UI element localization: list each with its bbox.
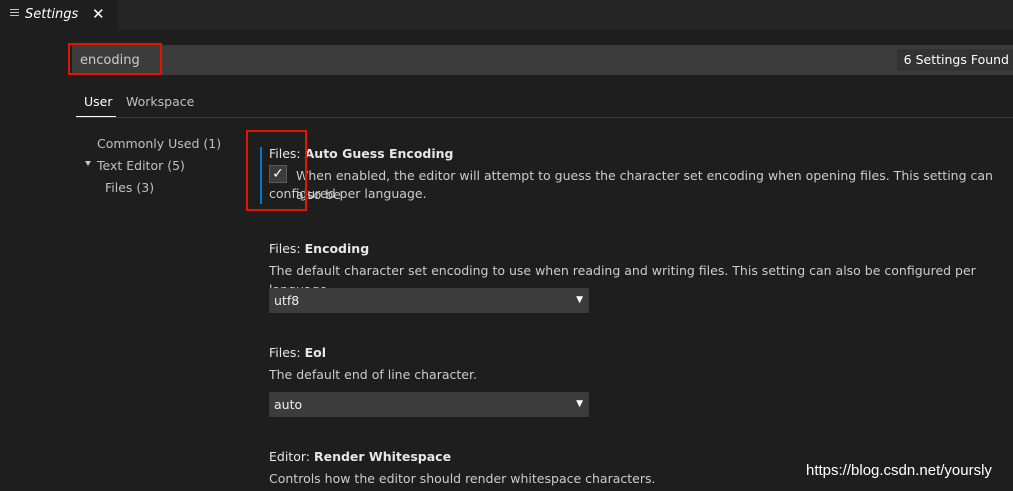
tab-workspace[interactable]: Workspace	[126, 94, 194, 109]
watermark: https://blog.csdn.net/yoursly	[806, 462, 992, 479]
toc-item-commonly-used[interactable]: Commonly Used (1)	[97, 136, 221, 151]
setting-name: Eol	[304, 345, 327, 360]
setting-description: Controls how the editor should render wh…	[269, 471, 656, 486]
divider	[76, 117, 1013, 118]
red-highlight-box	[246, 130, 307, 211]
close-icon[interactable]: ✕	[92, 5, 105, 23]
toc-item-files[interactable]: Files (3)	[105, 180, 154, 195]
tab-title: Settings	[25, 7, 79, 22]
eol-select[interactable]: auto ▼	[269, 392, 589, 417]
setting-description-continued: configured per language.	[269, 186, 427, 201]
setting-title-encoding: Files: Encoding	[269, 241, 369, 256]
search-input[interactable]	[80, 45, 680, 75]
select-value: utf8	[274, 293, 300, 308]
toc-item-text-editor[interactable]: Text Editor (5)	[97, 158, 185, 173]
expanded-triangle-icon[interactable]	[85, 161, 91, 166]
red-highlight-box	[68, 43, 162, 75]
active-tab-underline	[76, 116, 116, 117]
list-icon	[10, 9, 19, 20]
setting-title-eol: Files: Eol	[269, 345, 326, 360]
select-value: auto	[274, 397, 303, 412]
search-bar: 6 Settings Found	[72, 45, 1013, 75]
setting-name: Auto Guess Encoding	[304, 146, 454, 161]
setting-name: Render Whitespace	[313, 449, 452, 464]
tab-user[interactable]: User	[84, 94, 113, 109]
setting-category: Editor:	[269, 449, 314, 464]
chevron-down-icon: ▼	[576, 295, 583, 305]
editor-tab-bar: Settings ✕	[0, 0, 1013, 30]
setting-category: Files:	[269, 241, 305, 256]
encoding-select[interactable]: utf8 ▼	[269, 288, 589, 313]
settings-tab[interactable]: Settings ✕	[0, 0, 118, 30]
setting-category: Files:	[269, 345, 305, 360]
setting-title-render-whitespace: Editor: Render Whitespace	[269, 449, 451, 464]
results-count-badge: 6 Settings Found	[896, 49, 1013, 71]
setting-description: The default end of line character.	[269, 367, 477, 382]
chevron-down-icon: ▼	[576, 399, 583, 409]
setting-name: Encoding	[304, 241, 370, 256]
